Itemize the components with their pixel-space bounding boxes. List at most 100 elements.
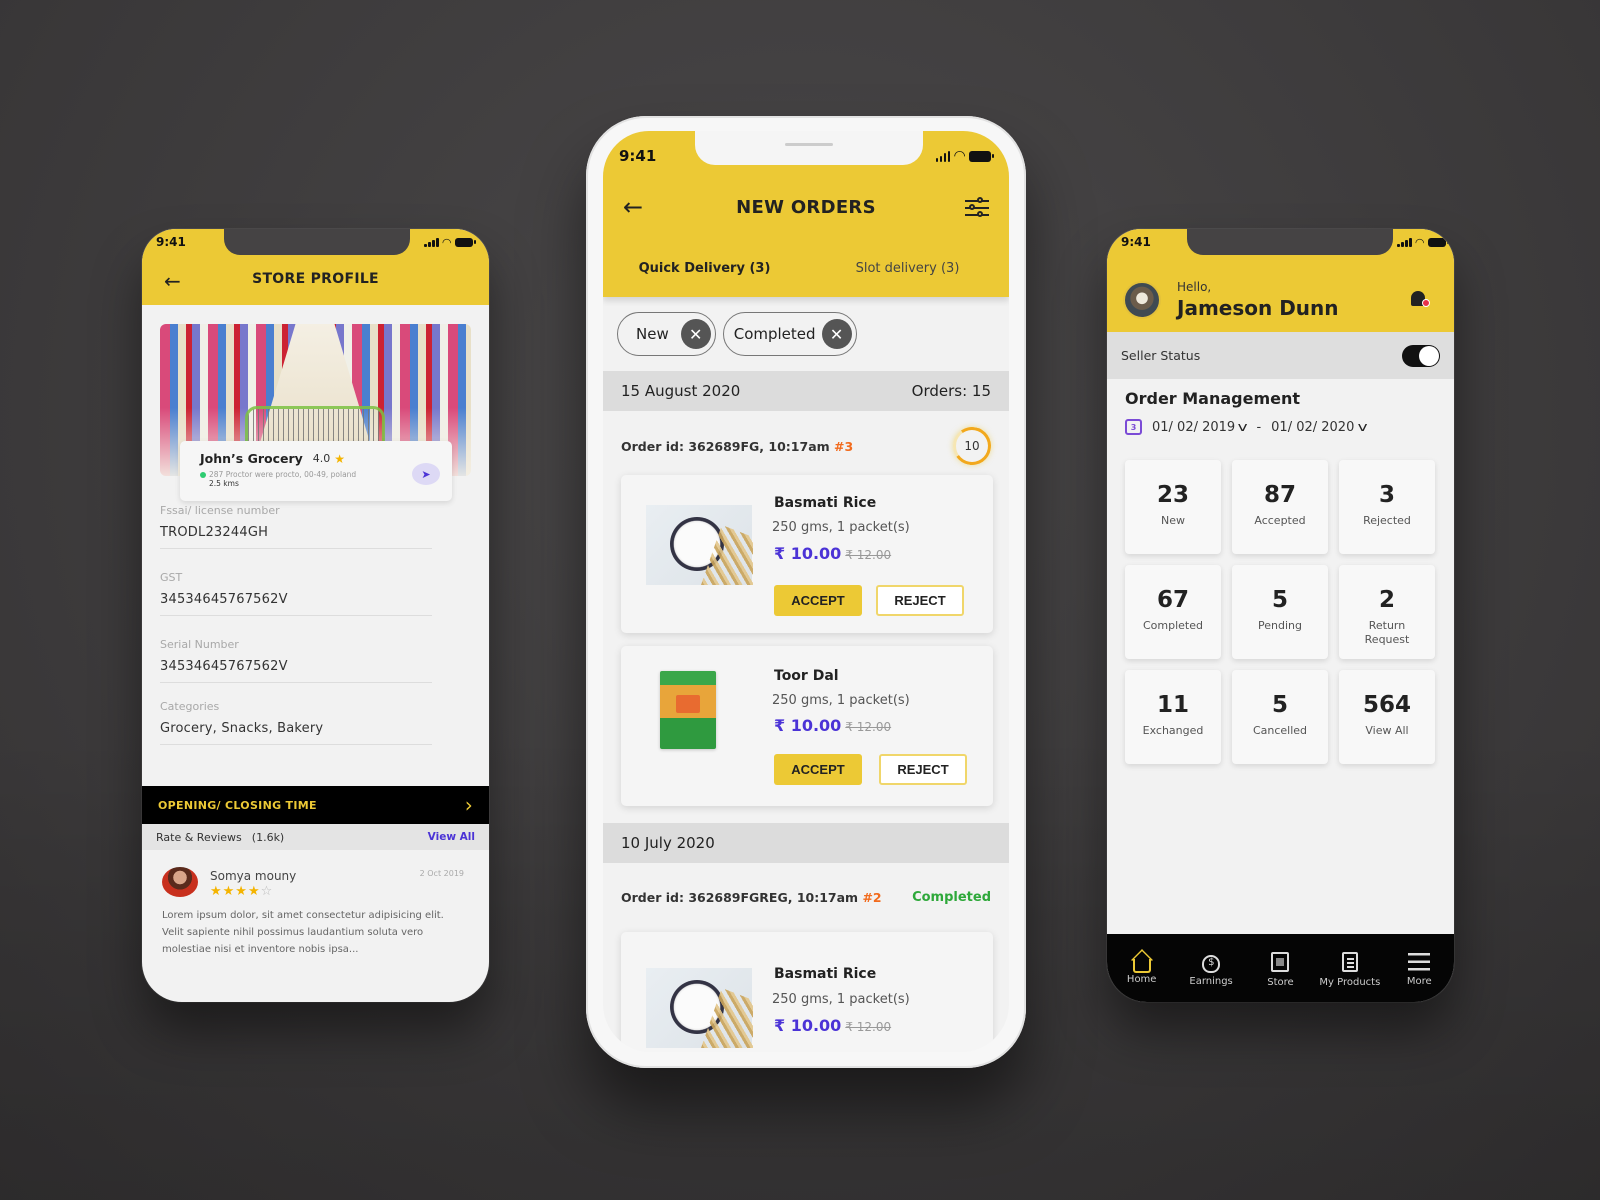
date-from-select[interactable]: 01/ 02/ 2019 v — [1152, 420, 1248, 435]
chip-new[interactable]: New ✕ — [617, 312, 716, 356]
status-bar: 9:41 ◠ — [1107, 235, 1454, 249]
stat-label: Accepted — [1254, 514, 1306, 527]
page-title: NEW ORDERS — [736, 197, 876, 218]
view-all-reviews-link[interactable]: View All — [428, 831, 475, 843]
wifi-icon: ◠ — [442, 235, 451, 249]
opening-closing-time-button[interactable]: OPENING/ CLOSING TIME › — [142, 786, 489, 824]
nav-label: Home — [1126, 974, 1157, 985]
status-time: 9:41 — [1121, 235, 1151, 249]
user-avatar[interactable] — [1123, 281, 1161, 319]
reviewer-avatar — [162, 867, 198, 897]
signal-icon — [1397, 237, 1412, 247]
reject-button[interactable]: REJECT — [879, 754, 967, 785]
seller-status-row: Seller Status — [1107, 332, 1454, 379]
seller-status-toggle[interactable] — [1402, 344, 1440, 367]
product-quantity: 250 gms, 1 packet(s) — [772, 992, 910, 1007]
toor-dal-image — [646, 671, 752, 751]
stat-label: Rejected — [1363, 514, 1411, 527]
order-header: Order id: 362689FGREG, 10:17am #2 Comple… — [621, 890, 991, 905]
stat-rejected[interactable]: 3 Rejected — [1339, 460, 1435, 554]
star-icon: ★★★★ — [210, 884, 261, 899]
stat-pending[interactable]: 5 Pending — [1232, 565, 1328, 659]
field-value: Grocery, Snacks, Bakery — [160, 721, 324, 736]
reject-button[interactable]: REJECT — [876, 585, 964, 616]
review-stars: ★★★★☆ — [210, 884, 273, 899]
stat-value: 3 — [1378, 482, 1395, 508]
stat-accepted[interactable]: 87 Accepted — [1232, 460, 1328, 554]
gst-field: GST 34534645767562V — [160, 571, 432, 616]
close-icon[interactable]: ✕ — [821, 319, 852, 349]
stat-view-all[interactable]: 564 View All — [1339, 670, 1435, 764]
stat-cancelled[interactable]: 5 Cancelled — [1232, 670, 1328, 764]
nav-my-products[interactable]: My Products — [1318, 952, 1382, 988]
date-to-select[interactable]: 01/ 02/ 2020 v — [1271, 419, 1367, 435]
order-stats-grid: 23 New 87 Accepted 3 Rejected 67 Completed 5… — [1125, 460, 1437, 764]
star-empty-icon: ☆ — [260, 884, 274, 899]
close-icon[interactable]: ✕ — [680, 319, 711, 349]
nav-label: Earnings — [1189, 976, 1233, 987]
bottom-navigation: Home Earnings Store My Products More — [1107, 934, 1454, 1002]
stat-value: 67 — [1156, 587, 1189, 613]
battery-icon — [1428, 237, 1449, 247]
stat-label: View All — [1365, 724, 1409, 737]
filter-sliders-icon[interactable] — [965, 197, 989, 219]
date-group-header: 10 July 2020 — [603, 823, 1009, 863]
accept-button[interactable]: ACCEPT — [774, 585, 862, 616]
store-profile-screen: 9:41 ◠ ← STORE PROFILE John’s Grocery 4.… — [142, 229, 489, 1002]
order-id: Order id: 362689FG, 10:17am — [621, 438, 830, 454]
chip-completed[interactable]: Completed ✕ — [722, 312, 857, 356]
reviews-header: Rate & Reviews (1.6k) View All — [142, 824, 489, 850]
review-date: 2 Oct 2019 — [419, 869, 464, 878]
nav-earnings[interactable]: Earnings — [1179, 953, 1243, 987]
status-time: 9:41 — [156, 235, 186, 249]
product-name: Basmati Rice — [774, 966, 877, 982]
current-price: ₹ 10.00 — [774, 716, 842, 735]
dashboard-header: 9:41 ◠ Hello, Jameson Dunn — [1107, 229, 1454, 332]
product-price: ₹ 10.00 ₹ 12.00 — [774, 716, 891, 735]
menu-icon — [1408, 953, 1431, 971]
date-separator: - — [1256, 419, 1262, 435]
stat-value: 5 — [1271, 587, 1288, 613]
battery-icon — [969, 150, 994, 162]
tab-slot-delivery[interactable]: Slot delivery (3) — [806, 261, 1009, 276]
navigation-arrow-icon: ➤ — [421, 467, 431, 481]
products-clipboard-icon — [1341, 952, 1358, 972]
nav-home[interactable]: Home — [1110, 955, 1174, 985]
date-to: 01/ 02/ 2020 — [1271, 419, 1355, 435]
location-pin-icon — [200, 471, 206, 478]
nav-store[interactable]: Store — [1248, 952, 1312, 988]
field-label: Fssai/ license number — [160, 504, 280, 517]
field-label: Categories — [160, 700, 220, 713]
product-card: Basmati Rice 250 gms, 1 packet(s) ₹ 10.0… — [621, 932, 993, 1052]
stat-return-request[interactable]: 2 Return Request — [1339, 565, 1435, 659]
stat-exchanged[interactable]: 11 Exchanged — [1125, 670, 1221, 764]
reviewer-name: Somya mouny — [210, 869, 297, 883]
home-icon — [1132, 959, 1151, 973]
date-group-header: 15 August 2020 Orders: 15 — [603, 371, 1009, 411]
stat-completed[interactable]: 67 Completed — [1125, 565, 1221, 659]
countdown-timer: 10 — [953, 427, 991, 465]
stat-new[interactable]: 23 New — [1125, 460, 1221, 554]
nav-more[interactable]: More — [1387, 953, 1451, 987]
serial-number-field: Serial Number 34534645767562V — [160, 638, 432, 683]
store-info-card: John’s Grocery 4.0 ★ 287 Proctor were pr… — [180, 441, 452, 501]
hours-label: OPENING/ CLOSING TIME — [158, 798, 317, 812]
product-card: Toor Dal 250 gms, 1 packet(s) ₹ 10.00 ₹ … — [621, 646, 993, 806]
group-date: 10 July 2020 — [621, 834, 715, 852]
product-name: Toor Dal — [774, 668, 839, 684]
stat-value: 23 — [1156, 482, 1189, 508]
product-quantity: 250 gms, 1 packet(s) — [772, 693, 910, 708]
stat-value: 2 — [1378, 587, 1395, 613]
field-value: 34534645767562V — [160, 592, 288, 607]
chip-label: New — [636, 325, 669, 343]
stat-label: Cancelled — [1252, 724, 1308, 737]
navigate-button[interactable]: ➤ — [412, 463, 440, 485]
greeting: Hello, — [1177, 280, 1212, 294]
stat-value: 5 — [1271, 692, 1288, 718]
signal-icon — [935, 150, 951, 162]
store-address: 287 Proctor were procto, 00-49, poland — [209, 470, 357, 479]
accept-button[interactable]: ACCEPT — [774, 754, 862, 785]
reviews-count: (1.6k) — [251, 830, 285, 844]
notification-bell-icon[interactable] — [1410, 291, 1430, 309]
tab-quick-delivery[interactable]: Quick Delivery (3) — [603, 261, 806, 276]
